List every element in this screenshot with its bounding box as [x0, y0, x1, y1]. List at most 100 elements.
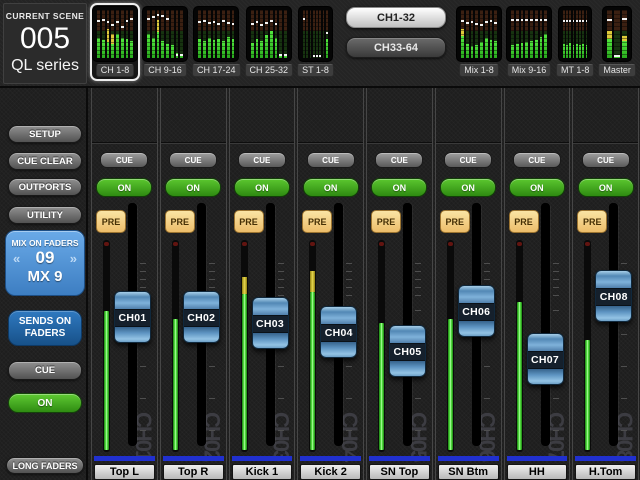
- on-button[interactable]: ON: [165, 178, 221, 197]
- bank-button-ch33-64[interactable]: CH33-64: [346, 37, 446, 58]
- pre-badge[interactable]: PRE: [234, 210, 264, 233]
- channel-name[interactable]: Kick 2: [300, 464, 361, 480]
- mini-meter: [516, 10, 519, 58]
- fader-knob-label: CH01: [115, 309, 150, 327]
- mix-prev-button[interactable]: «: [13, 251, 20, 266]
- cue-button[interactable]: CUE: [375, 152, 423, 168]
- cue-button[interactable]: CUE: [444, 152, 492, 168]
- meter-peak-dot: [310, 242, 315, 246]
- sends-on-faders-button[interactable]: SENDS ON FADERS: [8, 310, 82, 346]
- channel-name[interactable]: SN Btm: [438, 464, 499, 480]
- long-faders-button[interactable]: LONG FADERS: [6, 457, 84, 474]
- meter-block-meters: [142, 6, 188, 62]
- mini-meter: [166, 10, 169, 58]
- channel-name[interactable]: Kick 1: [232, 464, 293, 480]
- mini-meter: [576, 10, 578, 58]
- fader-slot[interactable]: [609, 203, 618, 446]
- channel-name[interactable]: H.Tom: [575, 464, 636, 480]
- fader-knob[interactable]: CH01: [114, 291, 151, 343]
- meter-block-ch-1-8[interactable]: CH 1-8: [90, 3, 140, 81]
- pre-badge[interactable]: PRE: [302, 210, 332, 233]
- mini-meter: [180, 10, 183, 58]
- meter-block-label: MT 1-8: [556, 64, 594, 77]
- meter-block-ch-9-16[interactable]: CH 9-16: [140, 3, 190, 81]
- sidebar-item-outports[interactable]: OUTPORTS: [8, 178, 82, 196]
- pre-badge[interactable]: PRE: [440, 210, 470, 233]
- meter-block-ch-17-24[interactable]: CH 17-24: [190, 3, 243, 81]
- sidebar-item-utility[interactable]: UTILITY: [8, 206, 82, 224]
- channel-name[interactable]: SN Top: [369, 464, 430, 480]
- channel-meter: [103, 240, 110, 452]
- mini-meter: [566, 10, 568, 58]
- sidebar-item-setup[interactable]: SETUP: [8, 125, 82, 143]
- meter-block-st-1-8[interactable]: ST 1-8: [295, 3, 336, 81]
- channel-strip-ch05: CUEONPRECH05CH05SN Top: [366, 88, 433, 480]
- mini-meter: [490, 10, 493, 58]
- meter-block-mix-9-16[interactable]: Mix 9-16: [504, 3, 554, 81]
- fader-knob[interactable]: CH05: [389, 325, 426, 377]
- mini-meter: [316, 10, 318, 58]
- mini-meter: [111, 10, 114, 58]
- scene-display[interactable]: CURRENT SCENE 005 QL series: [3, 3, 87, 84]
- cue-button[interactable]: CUE: [513, 152, 561, 168]
- pre-badge[interactable]: PRE: [577, 210, 607, 233]
- strip-divider: [573, 142, 638, 144]
- channel-color-bar: [163, 456, 224, 461]
- mix-on-faders-panel[interactable]: MIX ON FADERS « 09 » MX 9: [5, 230, 85, 296]
- pre-badge[interactable]: PRE: [165, 210, 195, 233]
- on-button[interactable]: ON: [234, 178, 290, 197]
- meter-block-master[interactable]: Master: [596, 3, 638, 81]
- fader-slot[interactable]: [541, 203, 550, 446]
- sidebar-on-button[interactable]: ON: [8, 393, 82, 413]
- mix-next-button[interactable]: »: [70, 251, 77, 266]
- on-button[interactable]: ON: [440, 178, 496, 197]
- mini-meter: [485, 10, 488, 58]
- on-button[interactable]: ON: [96, 178, 152, 197]
- mini-meter: [525, 10, 528, 58]
- mini-meter: [614, 10, 619, 58]
- mini-meter: [116, 10, 119, 58]
- channel-name[interactable]: HH: [507, 464, 568, 480]
- cue-button[interactable]: CUE: [307, 152, 355, 168]
- sidebar-item-cue-clear[interactable]: CUE CLEAR: [8, 152, 82, 170]
- channel-strip-ch07: CUEONPRECH07CH07HH: [504, 88, 571, 480]
- channel-strip-ch01: CUEONPRECH01CH01Top L: [91, 88, 158, 480]
- cue-button[interactable]: CUE: [238, 152, 286, 168]
- on-button[interactable]: ON: [509, 178, 565, 197]
- meter-yellow-fill: [242, 277, 247, 294]
- fader-knob[interactable]: CH03: [252, 297, 289, 349]
- cue-button[interactable]: CUE: [169, 152, 217, 168]
- on-button[interactable]: ON: [303, 178, 359, 197]
- sidebar-cue-button[interactable]: CUE: [8, 361, 82, 380]
- pre-badge[interactable]: PRE: [371, 210, 401, 233]
- pre-badge[interactable]: PRE: [96, 210, 126, 233]
- fader-knob[interactable]: CH07: [527, 333, 564, 385]
- on-button[interactable]: ON: [371, 178, 427, 197]
- cue-button[interactable]: CUE: [100, 152, 148, 168]
- meter-block-meters: [506, 6, 552, 62]
- fader-knob[interactable]: CH08: [595, 270, 632, 322]
- fader-scale-tick: [553, 271, 559, 272]
- fader-scale-tick: [484, 263, 490, 264]
- current-scene-label: CURRENT SCENE: [4, 11, 86, 21]
- scene-number: 005: [4, 23, 86, 55]
- fader-scale-tick: [209, 430, 215, 431]
- fader-knob[interactable]: CH06: [458, 285, 495, 337]
- channel-name[interactable]: Top L: [94, 464, 155, 480]
- meter-block-mix-1-8[interactable]: Mix 1-8: [454, 3, 504, 81]
- pre-badge[interactable]: PRE: [509, 210, 539, 233]
- bank-button-ch1-32[interactable]: CH1-32: [346, 7, 446, 28]
- mini-meter: [511, 10, 514, 58]
- fader-knob[interactable]: CH04: [320, 306, 357, 358]
- mini-meter: [270, 10, 273, 58]
- fader-scale-tick: [415, 398, 421, 399]
- channel-name[interactable]: Top R: [163, 464, 224, 480]
- cue-button[interactable]: CUE: [582, 152, 630, 168]
- on-button[interactable]: ON: [578, 178, 634, 197]
- meter-block-ch-25-32[interactable]: CH 25-32: [243, 3, 296, 81]
- channel-color-bar: [369, 456, 430, 461]
- fader-scale-tick: [553, 263, 559, 264]
- meter-block-mt-1-8[interactable]: MT 1-8: [554, 3, 596, 81]
- fader-knob[interactable]: CH02: [183, 291, 220, 343]
- meter-peak-dot: [379, 242, 384, 246]
